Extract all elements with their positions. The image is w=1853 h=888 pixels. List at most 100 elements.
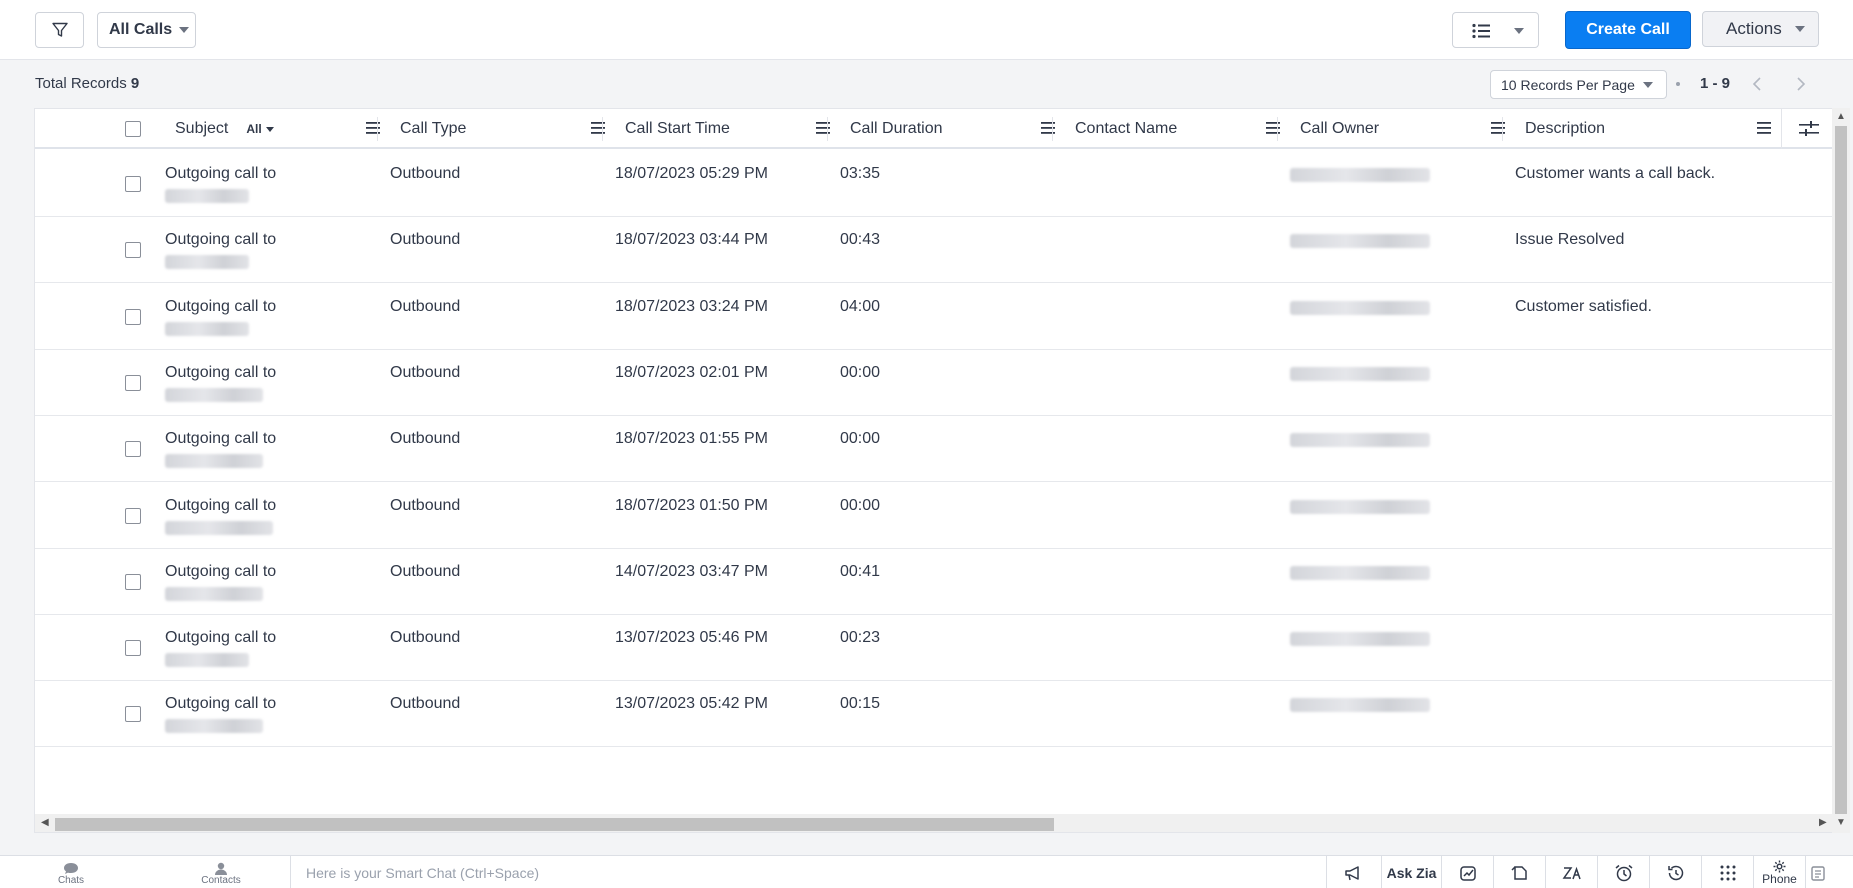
- cell-call-start-time: 18/07/2023 02:01 PM: [615, 363, 769, 381]
- horizontal-scroll-thumb[interactable]: [55, 818, 1054, 831]
- cell-subject[interactable]: Outgoing call to: [165, 298, 276, 316]
- cell-call-owner[interactable]: [1290, 499, 1430, 514]
- grid-icon: [1720, 865, 1735, 880]
- smart-chat-input[interactable]: Here is your Smart Chat (Ctrl+Space): [290, 856, 1326, 888]
- table-row[interactable]: Outgoing call to Outbound 18/07/2023 03:44…: [35, 217, 1833, 284]
- scroll-up-icon[interactable]: ▲: [1836, 111, 1846, 122]
- column-header-contact-name[interactable]: Contact Name: [1065, 109, 1290, 149]
- chats-button[interactable]: Chats: [41, 860, 101, 886]
- redacted-phone-number: [165, 454, 263, 469]
- cell-call-owner[interactable]: [1290, 632, 1430, 647]
- row-checkbox[interactable]: [125, 507, 141, 524]
- cell-subject[interactable]: Outgoing call to: [165, 695, 276, 713]
- top-toolbar: All Calls Create Call Actions: [0, 0, 1853, 60]
- row-checkbox[interactable]: [125, 441, 141, 458]
- cell-subject[interactable]: Outgoing call to: [165, 563, 276, 581]
- row-checkbox[interactable]: [125, 308, 141, 325]
- table-row[interactable]: Outgoing call to Outbound 18/07/2023 01:50…: [35, 483, 1833, 549]
- cell-subject[interactable]: Outgoing call to: [165, 497, 276, 515]
- column-header-call-owner[interactable]: Call Owner: [1290, 109, 1515, 149]
- table-row[interactable]: Outgoing call to Outbound 18/07/2023 01:55…: [35, 416, 1833, 483]
- actions-button[interactable]: Actions: [1702, 11, 1819, 47]
- create-call-button[interactable]: Create Call: [1565, 11, 1691, 49]
- column-divider: [827, 117, 828, 141]
- previous-page-button[interactable]: [1745, 72, 1769, 96]
- cell-call-start-time: 13/07/2023 05:46 PM: [615, 629, 769, 647]
- ask-zia-button[interactable]: Ask Zia: [1381, 856, 1441, 888]
- chevron-down-icon: [179, 27, 190, 33]
- cell-call-owner[interactable]: [1290, 698, 1430, 713]
- column-divider: [1052, 117, 1053, 141]
- scroll-down-icon[interactable]: ▼: [1836, 817, 1846, 828]
- cell-call-owner[interactable]: [1290, 366, 1430, 381]
- cell-call-start-time: 18/07/2023 03:44 PM: [615, 231, 769, 249]
- row-checkbox[interactable]: [125, 640, 141, 657]
- cell-call-duration: 00:43: [840, 231, 881, 249]
- chevron-down-icon: [1794, 26, 1805, 32]
- table-row[interactable]: Outgoing call to Outbound 13/07/2023 05:46…: [35, 615, 1833, 682]
- list-view-toggle[interactable]: [1452, 12, 1539, 48]
- vertical-scroll-thumb[interactable]: [1835, 126, 1847, 814]
- records-per-page-select[interactable]: 10 Records Per Page: [1490, 70, 1667, 99]
- feeds-icon: [1510, 865, 1527, 880]
- actions-button-label: Actions: [1726, 19, 1782, 38]
- cell-call-owner[interactable]: [1290, 300, 1430, 315]
- cell-call-start-time: 18/07/2023 01:55 PM: [615, 430, 769, 448]
- cell-subject[interactable]: Outgoing call to: [165, 629, 276, 647]
- announcements-button[interactable]: [1326, 856, 1381, 888]
- column-header-subject[interactable]: Subject All: [165, 109, 390, 149]
- column-header-description[interactable]: Description: [1515, 109, 1781, 149]
- contacts-button[interactable]: Contacts: [191, 860, 251, 886]
- row-checkbox[interactable]: [125, 374, 141, 391]
- reminders-button[interactable]: [1597, 856, 1649, 888]
- cell-subject[interactable]: Outgoing call to: [165, 231, 276, 249]
- signals-button[interactable]: [1441, 856, 1493, 888]
- cell-call-duration: 00:23: [840, 629, 881, 647]
- table-row[interactable]: Outgoing call to Outbound 18/07/2023 03:24…: [35, 284, 1833, 350]
- view-selector[interactable]: All Calls: [97, 12, 196, 48]
- table-row[interactable]: Outgoing call to Outbound 13/07/2023 05:42…: [35, 681, 1833, 748]
- cell-call-owner[interactable]: [1290, 433, 1430, 448]
- phone-button[interactable]: Phone: [1753, 856, 1805, 888]
- column-header-call-type[interactable]: Call Type: [390, 109, 615, 149]
- table-row[interactable]: Outgoing call to Outbound 18/07/2023 02:01…: [35, 350, 1833, 416]
- column-settings-button[interactable]: [1781, 109, 1833, 149]
- row-checkbox[interactable]: [125, 706, 141, 723]
- cell-call-duration: 00:00: [840, 363, 881, 381]
- cell-description: Issue Resolved: [1515, 231, 1625, 249]
- row-checkbox[interactable]: [125, 573, 141, 590]
- scroll-left-icon[interactable]: ◀: [41, 817, 49, 828]
- select-all-checkbox[interactable]: [125, 121, 141, 137]
- records-per-page-label: 10 Records Per Page: [1501, 76, 1635, 93]
- next-page-button[interactable]: [1789, 72, 1813, 96]
- filter-button[interactable]: [35, 12, 84, 48]
- horizontal-scrollbar[interactable]: ◀ ▶: [35, 814, 1833, 832]
- notes-button[interactable]: [1805, 856, 1830, 888]
- cell-subject[interactable]: Outgoing call to: [165, 364, 276, 382]
- row-checkbox[interactable]: [125, 242, 141, 259]
- table-row[interactable]: Outgoing call to Outbound 14/07/2023 03:47…: [35, 549, 1833, 615]
- column-header-call-duration[interactable]: Call Duration: [840, 109, 1065, 149]
- cell-call-owner[interactable]: [1290, 168, 1430, 182]
- cell-call-owner[interactable]: [1290, 565, 1430, 580]
- cell-call-type: Outbound: [390, 231, 461, 249]
- cell-subject[interactable]: Outgoing call to: [165, 165, 276, 183]
- apps-grid-button[interactable]: [1701, 856, 1753, 888]
- cell-call-owner[interactable]: [1290, 234, 1430, 249]
- translate-button[interactable]: [1545, 856, 1597, 888]
- scroll-right-icon[interactable]: ▶: [1819, 817, 1827, 828]
- column-header-call-start-time[interactable]: Call Start Time: [615, 109, 840, 149]
- recent-items-button[interactable]: [1649, 856, 1701, 888]
- feeds-button[interactable]: [1493, 856, 1545, 888]
- contact-person-icon: [215, 862, 227, 875]
- subject-filter-dropdown[interactable]: All: [246, 122, 274, 136]
- view-selector-label: All Calls: [109, 21, 173, 38]
- vertical-scrollbar[interactable]: ▲ ▼: [1832, 108, 1850, 833]
- table-row[interactable]: Outgoing call to Outbound 18/07/2023 05:29…: [35, 151, 1833, 217]
- cell-subject[interactable]: Outgoing call to: [165, 430, 276, 448]
- row-checkbox[interactable]: [125, 176, 141, 192]
- total-records-count: 9: [130, 75, 140, 92]
- column-menu-icon[interactable]: [1757, 122, 1771, 134]
- redacted-phone-number: [165, 189, 249, 203]
- list-view-icon: [1472, 23, 1490, 39]
